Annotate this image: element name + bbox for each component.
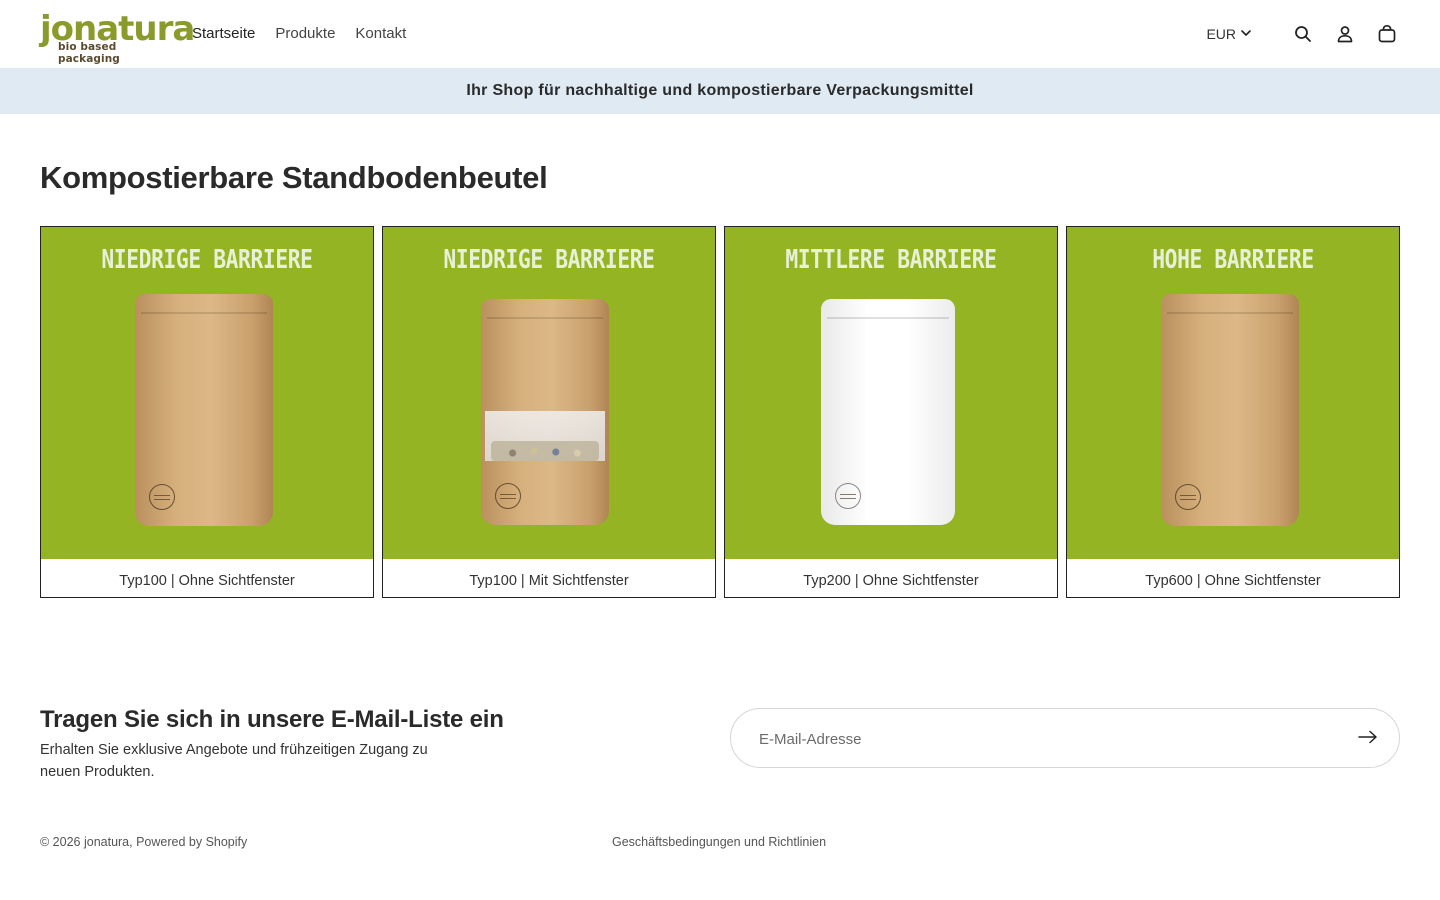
arrow-right-icon	[1358, 730, 1378, 749]
nav-item-produkte[interactable]: Produkte	[275, 24, 335, 44]
announcement-text: Ihr Shop für nachhaltige und kompostierb…	[466, 82, 974, 99]
collection-title: Kompostierbare Standbodenbeutel	[40, 160, 548, 195]
product-image[interactable]: NIEDRIGE BARRIERE	[41, 227, 373, 559]
currency-selector[interactable]: EUR	[1206, 26, 1252, 42]
kraft-pouch-image	[135, 294, 273, 526]
barrier-badge: NIEDRIGE BARRIERE	[443, 245, 655, 275]
footer-copyright: © 2026 jonatura, Powered by Shopify	[40, 835, 248, 849]
product-title[interactable]: Typ600 | Ohne Sichtfenster	[1067, 573, 1399, 589]
site-header: jonatura bio based packaging Startseite …	[0, 0, 1440, 68]
logo-wordmark: jonatura	[40, 9, 195, 49]
barrier-badge: NIEDRIGE BARRIERE	[101, 245, 313, 275]
main-nav: Startseite Produkte Kontakt	[192, 24, 406, 44]
newsletter-form	[730, 708, 1400, 768]
chevron-down-icon	[1240, 26, 1252, 42]
product-title[interactable]: Typ100 | Mit Sichtfenster	[383, 573, 715, 589]
compost-seal-icon	[835, 483, 861, 509]
kraft-window-pouch-image	[481, 299, 609, 525]
logo[interactable]: jonatura bio based packaging	[40, 9, 195, 65]
product-title[interactable]: Typ100 | Ohne Sichtfenster	[41, 573, 373, 589]
cart-icon[interactable]	[1374, 21, 1400, 47]
product-grid: NIEDRIGE BARRIERE Typ100 | Ohne Sichtfen…	[40, 226, 1400, 598]
policy-link[interactable]: Geschäftsbedingungen und Richtlinien	[612, 835, 826, 849]
newsletter-description: Erhalten Sie exklusive Angebote und früh…	[40, 742, 428, 780]
barrier-badge: HOHE BARRIERE	[1152, 245, 1314, 275]
product-card[interactable]: HOHE BARRIERE Typ600 | Ohne Sichtfenster	[1066, 226, 1400, 598]
subscribe-button[interactable]	[1355, 726, 1381, 752]
product-image[interactable]: MITTLERE BARRIERE	[725, 227, 1057, 559]
barrier-badge: MITTLERE BARRIERE	[785, 245, 997, 275]
product-card[interactable]: MITTLERE BARRIERE Typ200 | Ohne Sichtfen…	[724, 226, 1058, 598]
newsletter-title: Tragen Sie sich in unsere E-Mail-Liste e…	[40, 706, 504, 733]
product-title[interactable]: Typ200 | Ohne Sichtfenster	[725, 573, 1057, 589]
pouch-window	[485, 411, 605, 461]
email-field[interactable]	[759, 727, 1319, 751]
product-card[interactable]: NIEDRIGE BARRIERE Typ100 | Ohne Sichtfen…	[40, 226, 374, 598]
announcement-bar: Ihr Shop für nachhaltige und kompostierb…	[0, 68, 1440, 114]
compost-seal-icon	[495, 483, 521, 509]
compost-seal-icon	[149, 484, 175, 510]
search-icon[interactable]	[1290, 21, 1316, 47]
account-icon[interactable]	[1332, 21, 1358, 47]
product-card[interactable]: NIEDRIGE BARRIERE Typ100 | Mit Sichtfens…	[382, 226, 716, 598]
compost-seal-icon	[1175, 484, 1201, 510]
header-actions: EUR	[1206, 20, 1400, 48]
nav-item-startseite[interactable]: Startseite	[192, 24, 255, 44]
product-image[interactable]: HOHE BARRIERE	[1067, 227, 1399, 559]
white-pouch-image	[821, 299, 955, 525]
kraft-pouch-image	[1161, 294, 1299, 526]
currency-label: EUR	[1206, 26, 1236, 42]
product-image[interactable]: NIEDRIGE BARRIERE	[383, 227, 715, 559]
nav-item-kontakt[interactable]: Kontakt	[355, 24, 406, 44]
